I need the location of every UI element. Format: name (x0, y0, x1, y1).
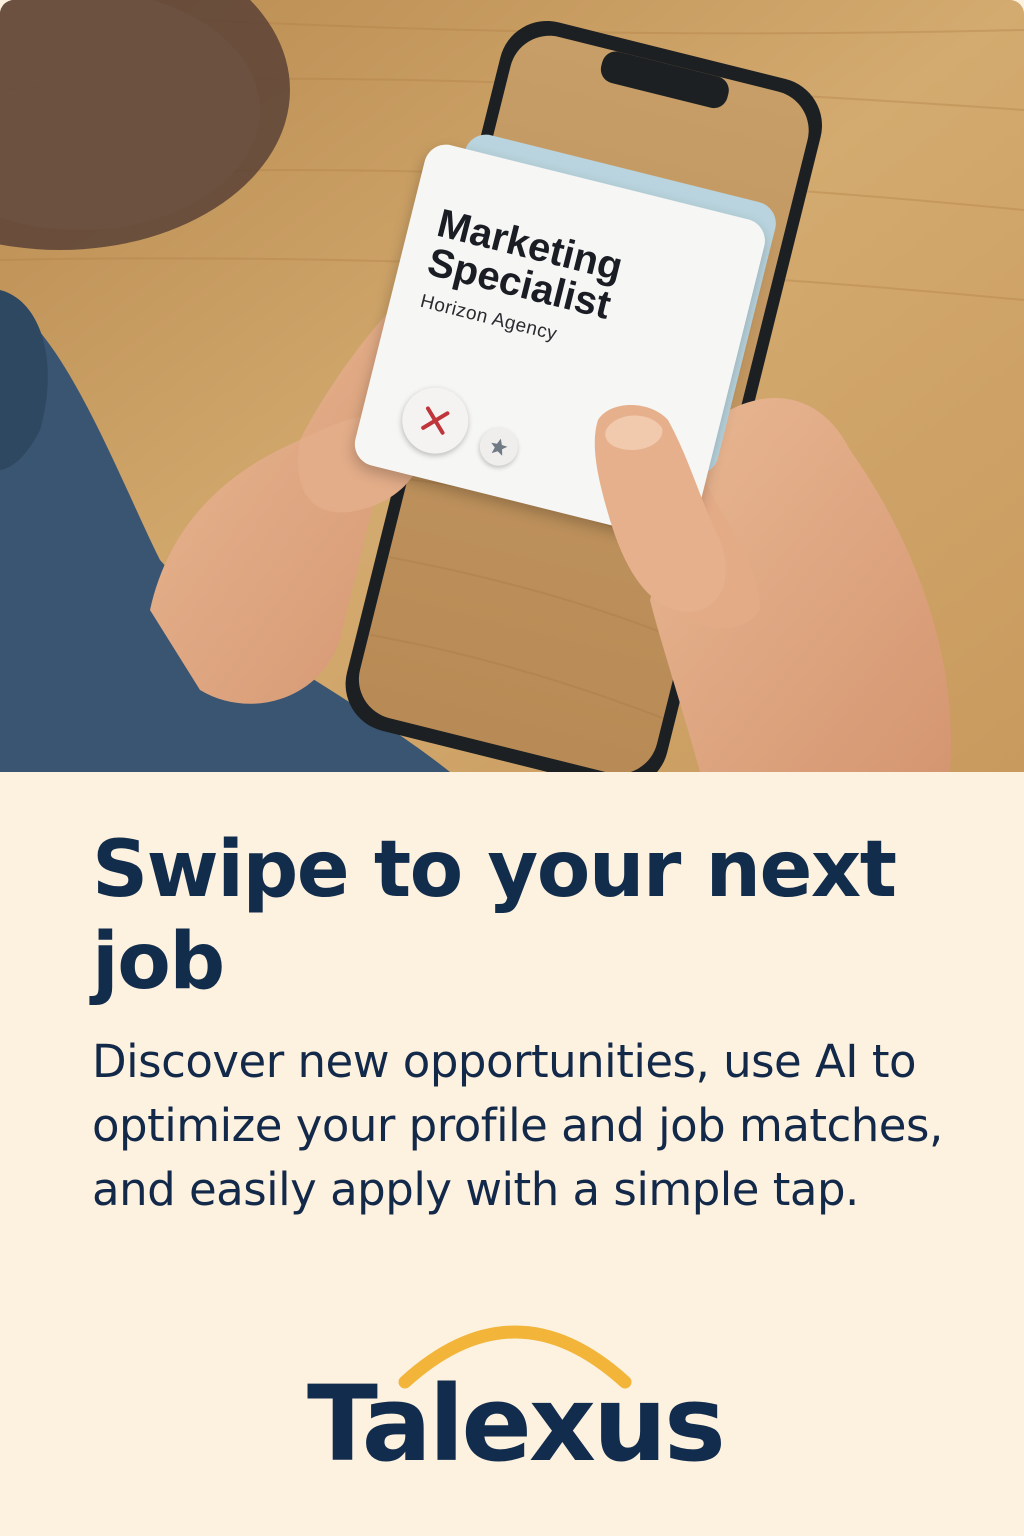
copy-section: Swipe to your next job Discover new oppo… (0, 772, 1024, 1536)
headline: Swipe to your next job (92, 825, 897, 1007)
hero-photo: Marketing Specialist Horizon Agency (0, 0, 1024, 772)
thumb-overlay (594, 405, 726, 612)
brand-name: Talexus (307, 1363, 726, 1485)
body-text: Discover new opportunities, use AI to op… (92, 1035, 943, 1216)
brand-logo: Talexus (290, 1302, 740, 1485)
poster: Marketing Specialist Horizon Agency Swip… (0, 0, 1024, 1536)
